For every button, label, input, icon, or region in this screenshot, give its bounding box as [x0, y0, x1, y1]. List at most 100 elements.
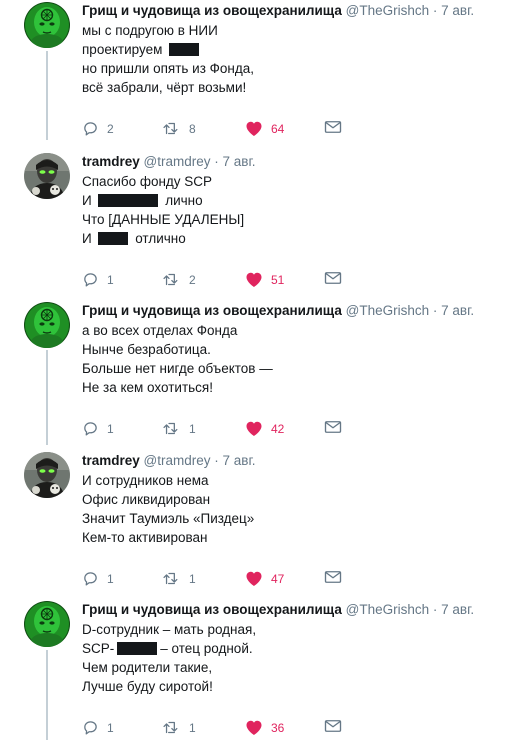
reply-button[interactable]: 1 — [82, 719, 114, 736]
text-fragment: Не за кем охотиться! — [82, 380, 213, 395]
author-name[interactable]: Грищ и чудовища из овощехранилища — [82, 3, 342, 18]
tweet-text-line: И отлично — [82, 229, 494, 248]
tweet-header: Грищ и чудовища из овощехранилища @TheGr… — [82, 302, 494, 320]
text-fragment: Значит Таумиэль «Пиздец» — [82, 511, 255, 526]
replies-count: 1 — [107, 421, 114, 436]
avatar[interactable] — [24, 601, 70, 647]
author-handle[interactable]: @tramdrey — [144, 154, 211, 169]
reply-icon — [82, 719, 99, 736]
replies-count: 2 — [107, 121, 114, 136]
avatar[interactable] — [24, 153, 70, 199]
likes-count: 36 — [271, 720, 285, 735]
text-fragment: Больше нет нигде объектов — — [82, 361, 273, 376]
tweet-timestamp[interactable]: 7 авг. — [441, 303, 474, 318]
retweet-button[interactable]: 1 — [162, 719, 196, 736]
redacted-block — [98, 194, 159, 207]
like-button[interactable]: 42 — [245, 420, 284, 437]
tweet-text-line: Значит Таумиэль «Пиздец» — [82, 509, 494, 528]
text-fragment: D-сотрудник – мать родная, — [82, 622, 257, 637]
tweet-text-line: Чем родители такие, — [82, 658, 494, 677]
text-fragment: Чем родители такие, — [82, 660, 213, 675]
retweet-button[interactable]: 2 — [162, 271, 196, 288]
reply-icon — [82, 120, 99, 137]
tweet-text-line: Больше нет нигде объектов — — [82, 359, 494, 378]
thread-connector-line — [46, 650, 48, 740]
text-fragment: Кем-то активирован — [82, 530, 208, 545]
mail-icon — [324, 120, 342, 134]
tweet-text-line: Кем-то активирован — [82, 528, 494, 547]
retweets-count: 8 — [189, 121, 196, 136]
reply-button[interactable]: 1 — [82, 420, 114, 437]
text-fragment: Офис ликвидирован — [82, 492, 211, 507]
likes-count: 42 — [271, 421, 285, 436]
retweet-button[interactable]: 8 — [162, 120, 196, 137]
retweets-count: 1 — [189, 571, 196, 586]
author-name[interactable]: tramdrey — [82, 154, 140, 169]
like-button[interactable]: 64 — [245, 120, 284, 137]
tweet-text: Спасибо фонду SCP И лично Что [ДАННЫЕ УДАЛ… — [82, 172, 494, 248]
text-fragment: лично — [161, 193, 203, 208]
direct-message-button[interactable] — [324, 719, 342, 733]
tweet-text: а во всех отделах Фонда Нынче безработица… — [82, 321, 494, 397]
tweet-text-line: Офис ликвидирован — [82, 490, 494, 509]
retweets-count: 1 — [189, 421, 196, 436]
retweet-button[interactable]: 1 — [162, 570, 196, 587]
tweet-content: Грищ и чудовища из овощехранилища @TheGr… — [82, 2, 494, 97]
author-handle[interactable]: @TheGrishch — [346, 3, 429, 18]
direct-message-button[interactable] — [324, 120, 342, 134]
tweet-text-line: мы с подругою в НИИ — [82, 21, 494, 40]
tweet-text-line: Нынче безработица. — [82, 340, 494, 359]
tweet-timestamp[interactable]: 7 авг. — [223, 453, 256, 468]
tweet-text-line: а во всех отделах Фонда — [82, 321, 494, 340]
reply-button[interactable]: 1 — [82, 570, 114, 587]
text-fragment: SCP- — [82, 641, 115, 656]
retweet-button[interactable]: 1 — [162, 420, 196, 437]
heart-icon — [245, 719, 263, 736]
author-name[interactable]: Грищ и чудовища из овощехранилища — [82, 602, 342, 617]
tweet-text: И сотрудников нема Офис ликвидирован Значи… — [82, 471, 494, 547]
replies-count: 1 — [107, 571, 114, 586]
text-fragment: И — [82, 231, 96, 246]
text-fragment: всё забрали, чёрт возьми! — [82, 80, 247, 95]
tweet-text-line: проектируем — [82, 40, 494, 59]
reply-button[interactable]: 2 — [82, 120, 114, 137]
separator-dot: · — [210, 453, 223, 468]
heart-icon — [245, 120, 263, 137]
direct-message-button[interactable] — [324, 570, 342, 584]
avatar[interactable] — [24, 452, 70, 498]
heart-icon — [245, 420, 263, 437]
direct-message-button[interactable] — [324, 420, 342, 434]
retweet-icon — [162, 570, 181, 587]
tweet-header: Грищ и чудовища из овощехранилища @TheGr… — [82, 2, 494, 20]
author-name[interactable]: tramdrey — [82, 453, 140, 468]
tweet-actions: 2 8 64 — [82, 120, 352, 140]
like-button[interactable]: 47 — [245, 570, 284, 587]
tweet-text-line: Лучше буду сиротой! — [82, 677, 494, 696]
like-button[interactable]: 51 — [245, 271, 284, 288]
text-fragment: отлично — [131, 231, 186, 246]
author-name[interactable]: Грищ и чудовища из овощехранилища — [82, 303, 342, 318]
reply-button[interactable]: 1 — [82, 271, 114, 288]
retweets-count: 1 — [189, 720, 196, 735]
author-handle[interactable]: @TheGrishch — [346, 602, 429, 617]
tweet-header: Грищ и чудовища из овощехранилища @TheGr… — [82, 601, 494, 619]
avatar[interactable] — [24, 2, 70, 48]
like-button[interactable]: 36 — [245, 719, 284, 736]
tweet-timestamp[interactable]: 7 авг. — [441, 3, 474, 18]
retweet-icon — [162, 420, 181, 437]
text-fragment: – отец родной. — [160, 641, 253, 656]
tweet-actions: 1 1 36 — [82, 719, 352, 739]
author-handle[interactable]: @TheGrishch — [346, 303, 429, 318]
mail-icon — [324, 570, 342, 584]
reply-icon — [82, 570, 99, 587]
tweet-timestamp[interactable]: 7 авг. — [223, 154, 256, 169]
mail-icon — [324, 420, 342, 434]
text-fragment: а во всех отделах Фонда — [82, 323, 238, 338]
reply-icon — [82, 420, 99, 437]
avatar[interactable] — [24, 302, 70, 348]
direct-message-button[interactable] — [324, 271, 342, 285]
separator-dot: · — [429, 602, 442, 617]
author-handle[interactable]: @tramdrey — [144, 453, 211, 468]
tweet-timestamp[interactable]: 7 авг. — [441, 602, 474, 617]
tweet-header: tramdrey @tramdrey · 7 авг. — [82, 153, 494, 171]
